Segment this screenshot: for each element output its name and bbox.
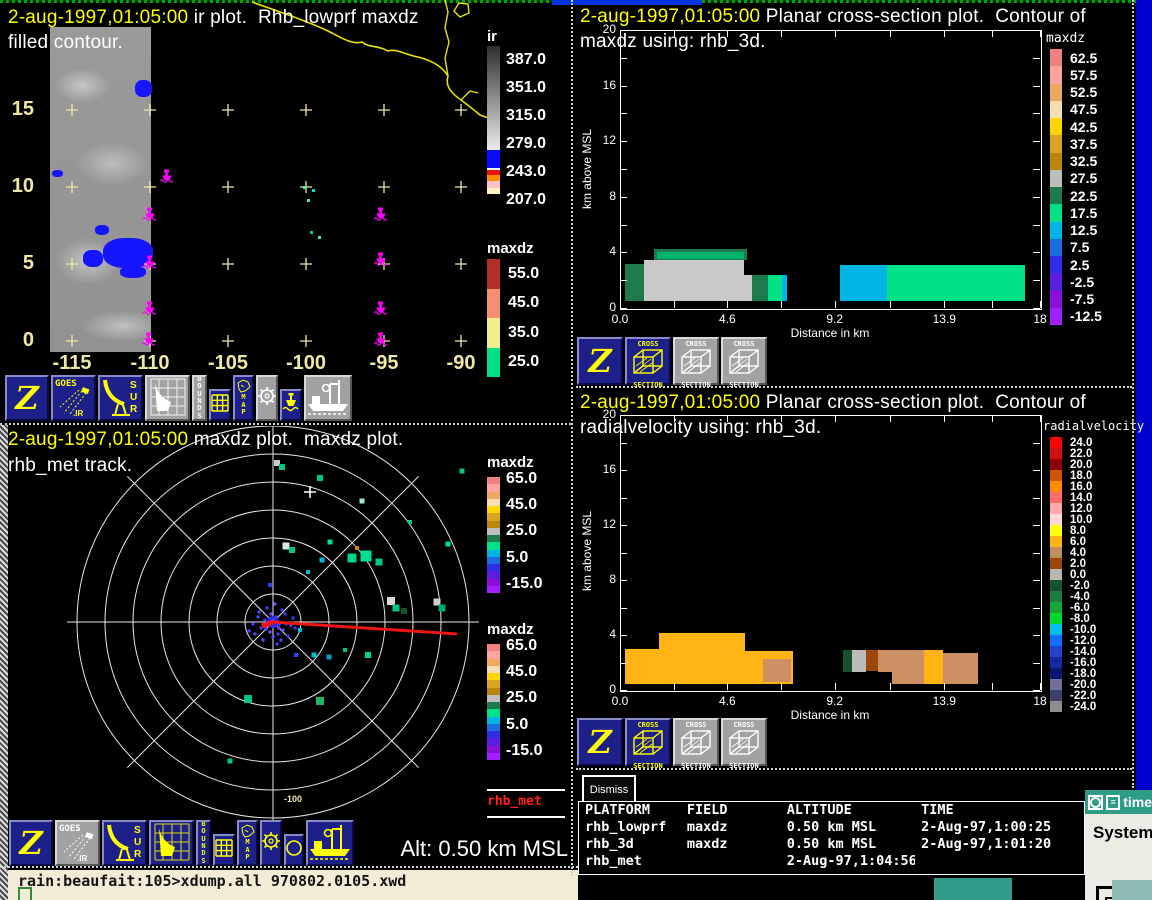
table-cell: rhb_3d: [579, 836, 681, 853]
table-header-cell: FIELD: [681, 802, 781, 819]
table-cell: [681, 853, 781, 870]
xterm-window[interactable]: rain:beaufait:105>xdump.all 970802.0105.…: [8, 868, 578, 900]
time-window-title: time: [1123, 794, 1152, 810]
desktop-patch: [1112, 880, 1152, 900]
panel-divider: [571, 0, 573, 876]
desktop-patch: [934, 878, 1012, 900]
panel-divider: [0, 423, 571, 425]
panel-divider: [576, 768, 1132, 770]
table-header-row: PLATFORMFIELDALTITUDETIME: [579, 802, 1084, 819]
table-cell: 2-Aug-97,1:01:20: [915, 836, 1084, 853]
window-iconify-icon[interactable]: ≡: [1106, 795, 1120, 810]
table-row: rhb_lowprfmaxdz0.50 km MSL2-Aug-97,1:00:…: [579, 819, 1084, 836]
platform-status-table: PLATFORMFIELDALTITUDETIMErhb_lowprfmaxdz…: [578, 801, 1085, 875]
panel-divider: [0, 866, 578, 868]
table-cell: rhb_met: [579, 853, 681, 870]
table-cell: [915, 853, 1084, 870]
table-header-cell: TIME: [915, 802, 1084, 819]
table-cell: 0.50 km MSL: [781, 819, 915, 836]
table-cell: maxdz: [681, 819, 781, 836]
table-row: rhb_3dmaxdz0.50 km MSL2-Aug-97,1:01:20: [579, 836, 1084, 853]
field-status-window: Dismiss PLATFORMFIELDALTITUDETIMErhb_low…: [0, 0, 1152, 900]
table-cell: 2-Aug-97,1:00:25: [915, 819, 1084, 836]
table-row: rhb_met 2-Aug-97,1:04:56: [579, 853, 1084, 870]
table-cell: 0.50 km MSL: [781, 836, 915, 853]
panel-divider: [576, 386, 1132, 388]
table-header-cell: PLATFORM: [579, 802, 681, 819]
table-cell: rhb_lowprf: [579, 819, 681, 836]
panel-divider: [1132, 0, 1134, 788]
window-menu-icon[interactable]: [1088, 795, 1103, 810]
time-window-titlebar[interactable]: ≡ time: [1085, 790, 1152, 814]
table-header-cell: ALTITUDE: [781, 802, 915, 819]
terminal-cursor: [18, 887, 32, 900]
terminal-prompt-line: rain:beaufait:105>xdump.all 970802.0105.…: [18, 872, 406, 890]
system-label: System: [1093, 823, 1152, 843]
table-cell: 2-Aug-97,1:04:56: [781, 853, 915, 870]
table-cell: maxdz: [681, 836, 781, 853]
zebra-display-screen: 151050 -115-110-105-100-95-90 2-aug-1997…: [0, 0, 1152, 900]
